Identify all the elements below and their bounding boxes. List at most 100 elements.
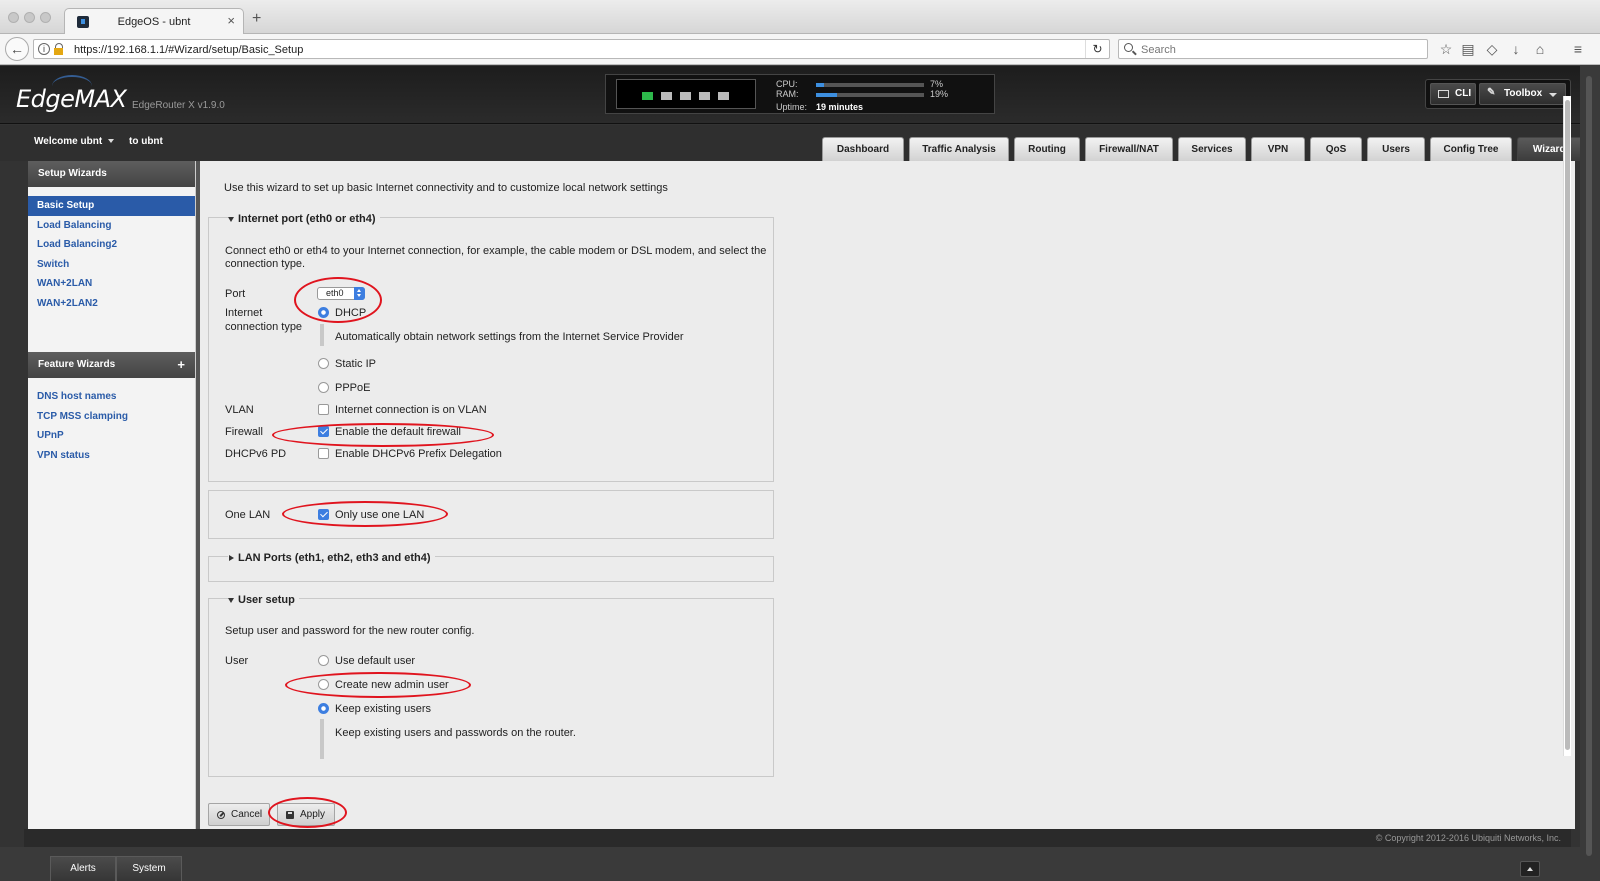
port-eth2-icon[interactable] [680,92,691,100]
alerts-tab[interactable]: Alerts [50,856,116,881]
tab-dashboard[interactable]: Dashboard [822,137,904,161]
cancel-label: Cancel [231,809,263,820]
dhcpv6-option-label[interactable]: Enable DHCPv6 Prefix Delegation [335,448,502,460]
user-setup-desc: Setup user and password for the new rout… [225,625,475,637]
one-lan-label: One LAN [225,509,271,521]
feature-wizards-header[interactable]: Feature Wizards + [28,352,195,378]
port-eth0-icon[interactable] [642,92,653,100]
page-scrollbar-thumb[interactable] [1586,76,1592,856]
page-scrollbar[interactable] [1580,66,1600,881]
info-icon[interactable]: i [38,43,50,55]
toolbox-label: Toolbox [1504,88,1543,99]
top-button-group: CLI ✎ Toolbox [1425,79,1571,109]
welcome-menu[interactable]: Welcome ubnt [34,136,115,147]
chevron-down-icon [1549,93,1557,97]
port-label: Port [225,288,246,300]
sidebar-item-upnp[interactable]: UPnP [28,426,195,446]
search-placeholder: Search [1141,44,1176,56]
expand-plus-icon[interactable]: + [177,352,185,378]
browser-tab[interactable]: EdgeOS - ubnt × [64,8,244,35]
close-window-button[interactable] [8,12,19,23]
to-ubnt-text: to ubnt [129,136,163,147]
lan-ports-legend[interactable]: LAN Ports (eth1, eth2, eth3 and eth4) [228,552,435,564]
sidebar-item-load-balancing[interactable]: Load Balancing [28,216,195,236]
annotation-ellipse-apply [268,797,347,828]
collapse-triangle-icon [228,217,234,222]
system-tab[interactable]: System [116,856,182,881]
dhcpv6-checkbox[interactable] [318,448,329,459]
home-icon[interactable]: ⌂ [1532,41,1548,57]
pocket-icon[interactable]: ◇ [1484,41,1500,57]
ram-label: RAM: [776,89,799,99]
url-text[interactable]: https://192.168.1.1/#Wizard/setup/Basic_… [74,44,303,56]
reload-icon[interactable]: ↻ [1085,40,1109,58]
download-icon[interactable]: ↓ [1508,41,1524,57]
terminal-icon [1438,90,1449,98]
vlan-option-label[interactable]: Internet connection is on VLAN [335,404,487,416]
tab-firewall-nat[interactable]: Firewall/NAT [1085,137,1173,161]
status-panel: CPU: 7% RAM: 19% Uptime: 19 minutes [605,74,995,114]
tab-config-tree[interactable]: Config Tree [1430,137,1512,161]
tab-routing[interactable]: Routing [1014,137,1080,161]
port-eth4-icon[interactable] [718,92,729,100]
port-eth3-icon[interactable] [699,92,710,100]
keep-users-radio[interactable] [318,703,329,714]
cli-button[interactable]: CLI [1430,83,1476,105]
bookmark-star-icon[interactable]: ☆ [1438,41,1454,57]
tab-wizards[interactable]: Wizards [1517,137,1587,161]
back-arrow-icon[interactable]: ← [5,37,29,61]
static-ip-radio[interactable] [318,358,329,369]
internet-desc-line1: Connect eth0 or eth4 to your Internet co… [225,245,767,257]
bottom-tab-bar: Alerts System [0,847,1600,881]
zoom-window-button[interactable] [40,12,51,23]
conn-type-label-2: connection type [225,321,303,333]
vlan-label: VLAN [225,404,254,416]
browser-tab-title: EdgeOS - ubnt [117,16,191,28]
uptime-label: Uptime: [776,102,808,112]
cpu-value: 7% [930,79,944,89]
content-scrollbar[interactable] [1563,96,1571,756]
address-bar[interactable]: i https://192.168.1.1/#Wizard/setup/Basi… [33,39,1110,59]
port-status-box[interactable] [616,79,756,109]
tab-users[interactable]: Users [1367,137,1425,161]
uptime-value: 19 minutes [816,102,864,112]
internet-port-legend[interactable]: Internet port (eth0 or eth4) [228,213,380,225]
sidebar-item-switch[interactable]: Switch [28,255,195,275]
sidebar-item-dns-host-names[interactable]: DNS host names [28,387,195,407]
sidebar-item-wan-2lan[interactable]: WAN+2LAN [28,274,195,294]
new-tab-icon[interactable]: + [252,10,261,28]
collapse-up-icon[interactable] [1520,861,1540,877]
toolbox-button[interactable]: ✎ Toolbox [1479,83,1566,105]
content-scrollbar-thumb[interactable] [1565,100,1570,750]
browser-search-input[interactable]: Search [1118,39,1428,59]
user-setup-legend[interactable]: User setup [228,594,299,606]
close-tab-icon[interactable]: × [227,13,235,28]
wizard-intro: Use this wizard to set up basic Internet… [224,182,668,194]
sidebar-item-vpn-status[interactable]: VPN status [28,446,195,466]
sidebar-item-wan-2lan2[interactable]: WAN+2LAN2 [28,294,195,314]
minimize-window-button[interactable] [24,12,35,23]
sidebar-item-load-balancing2[interactable]: Load Balancing2 [28,235,195,255]
default-user-radio[interactable] [318,655,329,666]
reading-list-icon[interactable]: ▤ [1460,41,1476,57]
vlan-checkbox[interactable] [318,404,329,415]
default-user-label[interactable]: Use default user [335,655,415,667]
ram-bar [816,93,924,97]
tab-services[interactable]: Services [1178,137,1246,161]
tab-vpn[interactable]: VPN [1251,137,1305,161]
tab-traffic-analysis[interactable]: Traffic Analysis [909,137,1009,161]
sidebar-item-tcp-mss-clamping[interactable]: TCP MSS clamping [28,407,195,427]
keep-users-label[interactable]: Keep existing users [335,703,431,715]
port-eth1-icon[interactable] [661,92,672,100]
sidebar-item-basic-setup[interactable]: Basic Setup [28,196,195,216]
pppoe-radio[interactable] [318,382,329,393]
user-label: User [225,655,249,667]
lock-warning-icon[interactable] [54,43,64,55]
tab-qos[interactable]: QoS [1310,137,1362,161]
cancel-button[interactable]: Cancel [208,803,270,826]
hamburger-menu-icon[interactable]: ≡ [1570,41,1586,57]
static-ip-label[interactable]: Static IP [335,358,376,370]
app-topbar: EdgeMAX EdgeRouter X v1.9.0 CPU: 7% RAM:… [0,66,1600,124]
setup-wizards-title: Setup Wizards [38,168,107,179]
pppoe-label[interactable]: PPPoE [335,382,370,394]
